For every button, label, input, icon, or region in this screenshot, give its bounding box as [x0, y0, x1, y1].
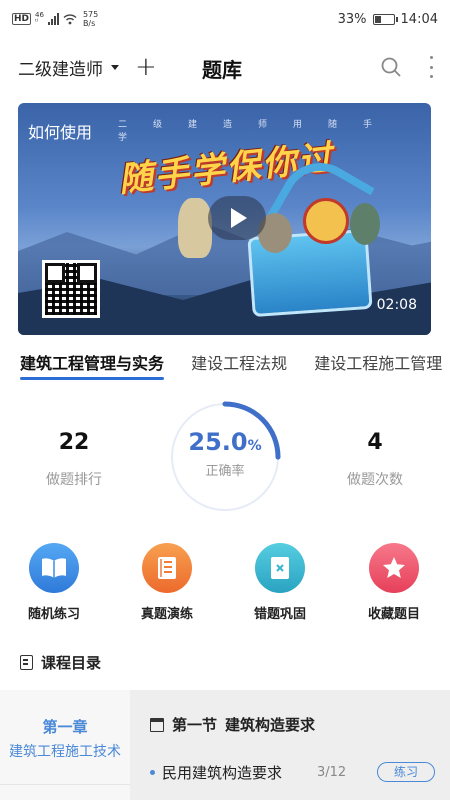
lesson-bullet	[150, 769, 155, 775]
lesson-progress: 3/12	[317, 764, 347, 780]
accuracy-label: 正确率	[205, 464, 245, 479]
chapter-divider	[0, 784, 130, 785]
tab-subject-law[interactable]: 建设工程法规	[191, 350, 287, 380]
how-to-use-label: 如何使用	[28, 123, 93, 142]
course-catalog-header: 课程目录	[20, 652, 101, 673]
section-panel: 第一节 建筑构造要求 民用建筑构造要求 3/12 练习	[130, 690, 450, 800]
lesson-name: 民用建筑构造要求	[162, 763, 283, 782]
section-name: 建筑构造要求	[225, 716, 316, 734]
status-left: HD 46 ᵗˡ 575 B/s	[12, 10, 98, 28]
plus-icon[interactable]: +	[135, 54, 157, 80]
subject-tabs: 建筑工程管理与实务 建设工程法规 建设工程施工管理	[0, 350, 450, 384]
play-button[interactable]	[208, 196, 266, 240]
accuracy-readout: 25.0% 正确率	[168, 428, 282, 479]
favorites-button[interactable]: 收藏题目	[354, 543, 434, 622]
lesson-item[interactable]: 民用建筑构造要求 3/12 练习	[150, 760, 435, 784]
chapter-item[interactable]: 第一章 建筑工程施工技术	[0, 690, 130, 800]
rank-label: 做题排行	[46, 472, 102, 488]
past-exam-button[interactable]: 真题演练	[127, 543, 207, 622]
network-speed-value: 575	[82, 10, 99, 19]
past-exam-label: 真题演练	[140, 607, 193, 622]
status-right: 33% 14:04	[338, 12, 438, 27]
document-list-icon	[142, 543, 192, 593]
battery-level	[374, 15, 382, 23]
search-icon[interactable]	[380, 56, 402, 78]
quick-actions: 随机练习 真题演练 错题巩固 收藏题目	[0, 543, 450, 633]
count-value: 4	[367, 430, 383, 455]
section-book-icon	[150, 717, 164, 732]
status-bar: HD 46 ᵗˡ 575 B/s 33% 14:04	[0, 0, 450, 38]
qr-code	[42, 260, 100, 318]
favorites-label: 收藏题目	[367, 607, 420, 622]
star-icon	[369, 543, 419, 593]
caret-down-icon	[111, 64, 119, 70]
random-practice-label: 随机练习	[27, 607, 80, 622]
stats-panel: 22 做题排行 25.0% 正确率 4 做题次数	[0, 400, 450, 520]
rank-value: 22	[58, 430, 90, 455]
count-label: 做题次数	[347, 472, 403, 488]
rank-stat[interactable]: 22 做题排行	[14, 430, 134, 489]
chapter-name: 建筑工程施工技术	[9, 744, 121, 760]
book-open-icon	[29, 543, 79, 593]
battery-icon	[372, 13, 398, 25]
chapter-number: 第一章	[42, 718, 88, 736]
catalog-doc-icon	[20, 655, 33, 670]
exam-selector[interactable]: 二级建造师	[18, 55, 119, 80]
section-number: 第一节	[172, 716, 218, 734]
tab-subject-management[interactable]: 建设工程施工管理	[314, 350, 442, 380]
wrong-questions-button[interactable]: 错题巩固	[240, 543, 320, 622]
section-header: 第一节 建筑构造要求	[150, 714, 315, 735]
app-header: 二级建造师 + 题库	[0, 44, 450, 90]
character-illustration-right	[350, 203, 380, 245]
course-catalog-title: 课程目录	[41, 654, 102, 672]
clock: 14:04	[400, 11, 438, 27]
accuracy-unit: %	[247, 438, 262, 454]
hd-badge: HD	[12, 13, 32, 25]
more-menu-icon[interactable]	[428, 56, 434, 78]
character-illustration-left	[178, 198, 212, 258]
count-stat[interactable]: 4 做题次数	[315, 430, 435, 489]
network-speed: 575 B/s	[83, 10, 98, 28]
video-duration: 02:08	[376, 297, 417, 313]
network-speed-unit: B/s	[82, 19, 96, 28]
play-icon	[231, 208, 247, 228]
signal-icon	[47, 13, 59, 25]
page-title: 题库	[202, 58, 242, 82]
video-banner[interactable]: 二级建造师用随手学 如何使用 随手学保你过 02:08	[18, 103, 431, 335]
tab-subject-practice[interactable]: 建筑工程管理与实务	[20, 350, 165, 380]
wifi-icon	[63, 14, 77, 25]
accuracy-value: 25.0	[188, 428, 248, 456]
practice-button[interactable]: 练习	[377, 762, 435, 782]
network-type-sub: ᵗˡ	[35, 18, 39, 26]
wrong-book-icon	[255, 543, 305, 593]
network-type: 46 ᵗˡ	[35, 12, 44, 26]
random-practice-button[interactable]: 随机练习	[14, 543, 94, 622]
character-illustration-center	[303, 198, 349, 244]
battery-percent: 33%	[337, 11, 367, 27]
accuracy-value-line: 25.0%	[168, 428, 282, 456]
exam-selector-label: 二级建造师	[18, 59, 103, 80]
wrong-questions-label: 错题巩固	[253, 607, 306, 622]
